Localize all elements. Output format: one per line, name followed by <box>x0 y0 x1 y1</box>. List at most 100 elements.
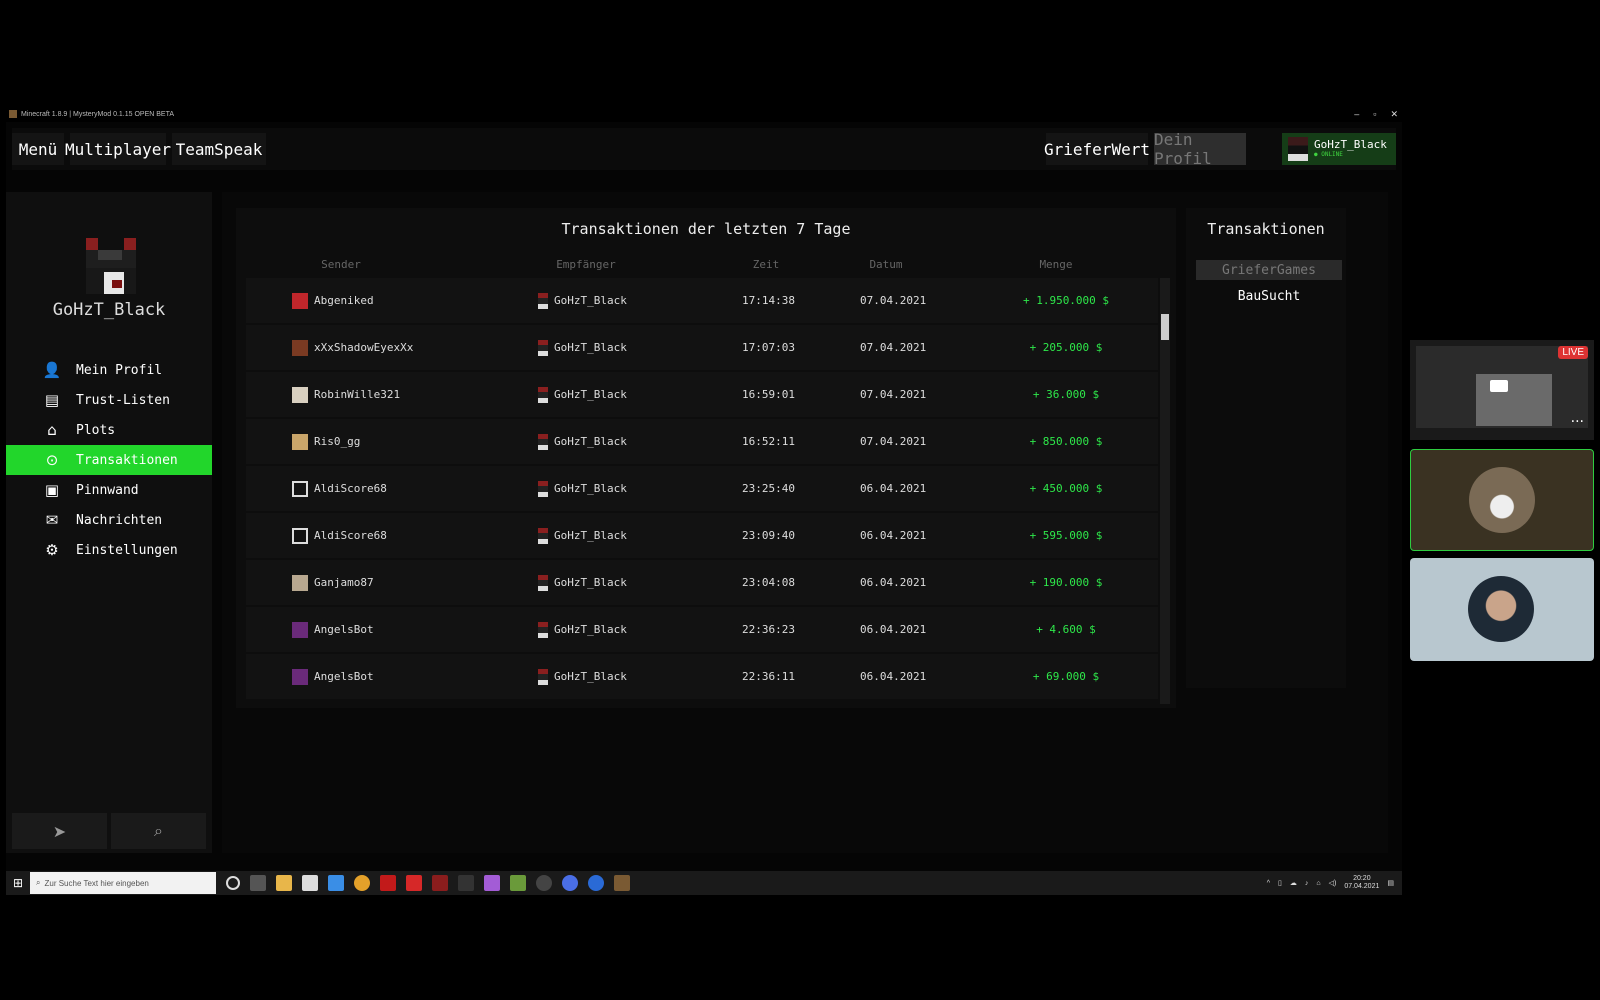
player-avatar <box>84 238 138 294</box>
app-blue-icon[interactable] <box>562 875 578 891</box>
table-row[interactable]: xXxShadowEyexXx GoHzT_Black 17:07:03 07.04.… <box>246 325 1158 370</box>
sidebar-item-nachrichten[interactable]: ✉ Nachrichten <box>6 505 212 535</box>
server-panel: Transaktionen GrieferGames BauSucht <box>1186 208 1346 688</box>
menu-button[interactable]: Menü <box>12 133 64 165</box>
sender-cell: AldiScore68 <box>292 513 387 558</box>
sender-cell: AldiScore68 <box>292 466 387 511</box>
table-row[interactable]: AldiScore68 GoHzT_Black 23:25:40 06.04.2021… <box>246 466 1158 511</box>
cortana-icon[interactable] <box>226 876 240 890</box>
sender-avatar <box>292 621 308 638</box>
server-option-griefergames[interactable]: GrieferGames <box>1196 260 1342 280</box>
table-row[interactable]: AldiScore68 GoHzT_Black 23:09:40 06.04.2021… <box>246 513 1158 558</box>
more-options-icon[interactable]: ··· <box>1571 414 1584 430</box>
windows-start-icon[interactable]: ⊞ <box>6 871 30 895</box>
table-row[interactable]: AngelsBot GoHzT_Black 22:36:23 06.04.2021 + … <box>246 607 1158 652</box>
file-explorer-icon[interactable] <box>276 875 292 891</box>
sidebar-item-trust-listen[interactable]: ▤ Trust-Listen <box>6 385 212 415</box>
receiver-cell: GoHzT_Black <box>538 607 627 652</box>
table-row[interactable]: AngelsBot GoHzT_Black 22:36:11 06.04.2021 + … <box>246 654 1158 699</box>
search-icon[interactable]: ⌕ <box>111 813 206 849</box>
date-cell: 06.04.2021 <box>860 623 927 636</box>
tray-network-icon[interactable]: ⌂ <box>1316 880 1320 887</box>
sender-name: AldiScore68 <box>314 482 387 495</box>
facebook-icon[interactable] <box>588 875 604 891</box>
sidebar-item-pinnwand[interactable]: ▣ Pinnwand <box>6 475 212 505</box>
date-cell: 06.04.2021 <box>860 482 927 495</box>
participant-tile-person[interactable] <box>1410 558 1594 661</box>
scrollbar-thumb[interactable] <box>1161 314 1169 340</box>
notification-icon[interactable]: ▤ <box>1387 879 1394 887</box>
task-view-icon[interactable] <box>250 875 266 891</box>
teamspeak-button[interactable]: TeamSpeak <box>172 133 266 165</box>
tray-clock[interactable]: 20:20 07.04.2021 <box>1344 875 1379 891</box>
table-row[interactable]: RobinWille321 GoHzT_Black 16:59:01 07.04.20… <box>246 372 1158 417</box>
app-dark-icon[interactable] <box>458 875 474 891</box>
chrome-icon[interactable] <box>354 875 370 891</box>
multiplayer-button[interactable]: Multiplayer <box>65 133 171 165</box>
sidebar-item-mein-profil[interactable]: 👤 Mein Profil <box>6 355 212 385</box>
receiver-avatar <box>538 621 548 638</box>
date-cell: 07.04.2021 <box>860 341 927 354</box>
main-area: Transaktionen der letzten 7 Tage Sender … <box>222 192 1388 853</box>
sidebar-item-einstellungen[interactable]: ⚙ Einstellungen <box>6 535 212 565</box>
app-pdf-icon[interactable] <box>406 875 422 891</box>
screen-share-tile[interactable]: LIVE ··· <box>1410 340 1594 440</box>
sender-avatar <box>292 339 308 356</box>
sidebar-item-plots[interactable]: ⌂ Plots <box>6 415 212 445</box>
receiver-name: GoHzT_Black <box>554 576 627 589</box>
sender-avatar <box>292 574 308 591</box>
tray-date: 07.04.2021 <box>1344 883 1380 890</box>
app-editor-icon[interactable] <box>432 875 448 891</box>
app-purple-icon[interactable] <box>484 875 500 891</box>
close-button[interactable]: ✕ <box>1390 109 1398 120</box>
sender-avatar <box>292 527 308 544</box>
amount-cell: + 190.000 $ <box>1029 576 1103 589</box>
sender-name: RobinWille321 <box>314 388 401 401</box>
scrollbar-track[interactable] <box>1160 278 1170 704</box>
minecraft-launcher-icon[interactable] <box>510 875 526 891</box>
sender-cell: AngelsBot <box>292 654 374 699</box>
server-option-bausucht[interactable]: BauSucht <box>1196 286 1342 306</box>
sender-name: Ris0_gg <box>314 435 361 448</box>
receiver-avatar <box>538 574 548 591</box>
amount-cell: + 205.000 $ <box>1029 341 1103 354</box>
tray-volume-icon[interactable]: ◁) <box>1329 879 1337 887</box>
participant-avatar-person <box>1468 576 1534 642</box>
receiver-avatar <box>538 292 548 309</box>
sender-avatar <box>292 668 308 685</box>
time-cell: 23:09:40 <box>742 529 795 542</box>
dein-profil-button[interactable]: Dein Profil <box>1154 130 1246 168</box>
top-navigation: Menü Multiplayer TeamSpeak GrieferWert D… <box>12 128 1396 170</box>
participant-tile-car[interactable] <box>1410 449 1594 551</box>
tray-battery-icon[interactable]: ▯ <box>1278 879 1282 887</box>
maximize-button[interactable]: ▫ <box>1373 109 1376 119</box>
amount-cell: + 595.000 $ <box>1029 529 1103 542</box>
sender-cell: Ganjamo87 <box>292 560 374 605</box>
receiver-cell: GoHzT_Black <box>538 560 627 605</box>
tray-cloud-icon[interactable]: ☁ <box>1290 879 1297 887</box>
tray-mic-icon[interactable]: ♪ <box>1305 880 1309 887</box>
table-row[interactable]: Ris0_gg GoHzT_Black 16:52:11 07.04.2021 + 85… <box>246 419 1158 464</box>
mail-app-icon[interactable] <box>328 875 344 891</box>
github-icon[interactable] <box>536 875 552 891</box>
receiver-avatar <box>538 433 548 450</box>
tray-chevron-icon[interactable]: ^ <box>1267 880 1270 887</box>
minecraft-taskbar-icon[interactable] <box>614 875 630 891</box>
send-icon[interactable]: ➤ <box>12 813 107 849</box>
profile-badge[interactable]: GoHzT_Black ● ONLINE <box>1282 133 1396 165</box>
amount-cell: + 36.000 $ <box>1032 388 1100 401</box>
online-status: ● ONLINE <box>1314 151 1343 158</box>
minimize-button[interactable]: – <box>1354 109 1359 119</box>
list-icon: ▤ <box>44 391 60 409</box>
table-row[interactable]: Ganjamo87 GoHzT_Black 23:04:08 06.04.2021 + … <box>246 560 1158 605</box>
store-icon[interactable] <box>302 875 318 891</box>
transactions-list[interactable]: Abgeniked GoHzT_Black 17:14:38 07.04.2021 + … <box>246 278 1158 704</box>
minecraft-icon <box>9 110 17 118</box>
table-row[interactable]: Abgeniked GoHzT_Black 17:14:38 07.04.2021 + … <box>246 278 1158 323</box>
transactions-panel: Transaktionen der letzten 7 Tage Sender … <box>236 208 1176 708</box>
time-cell: 16:59:01 <box>742 388 795 401</box>
grieferwert-button[interactable]: GrieferWert <box>1044 133 1150 165</box>
app-red-icon[interactable] <box>380 875 396 891</box>
taskbar-search-input[interactable]: ⌕ Zur Suche Text hier eingeben <box>30 872 216 894</box>
sidebar-item-transaktionen[interactable]: ⊙ Transaktionen <box>6 445 212 475</box>
